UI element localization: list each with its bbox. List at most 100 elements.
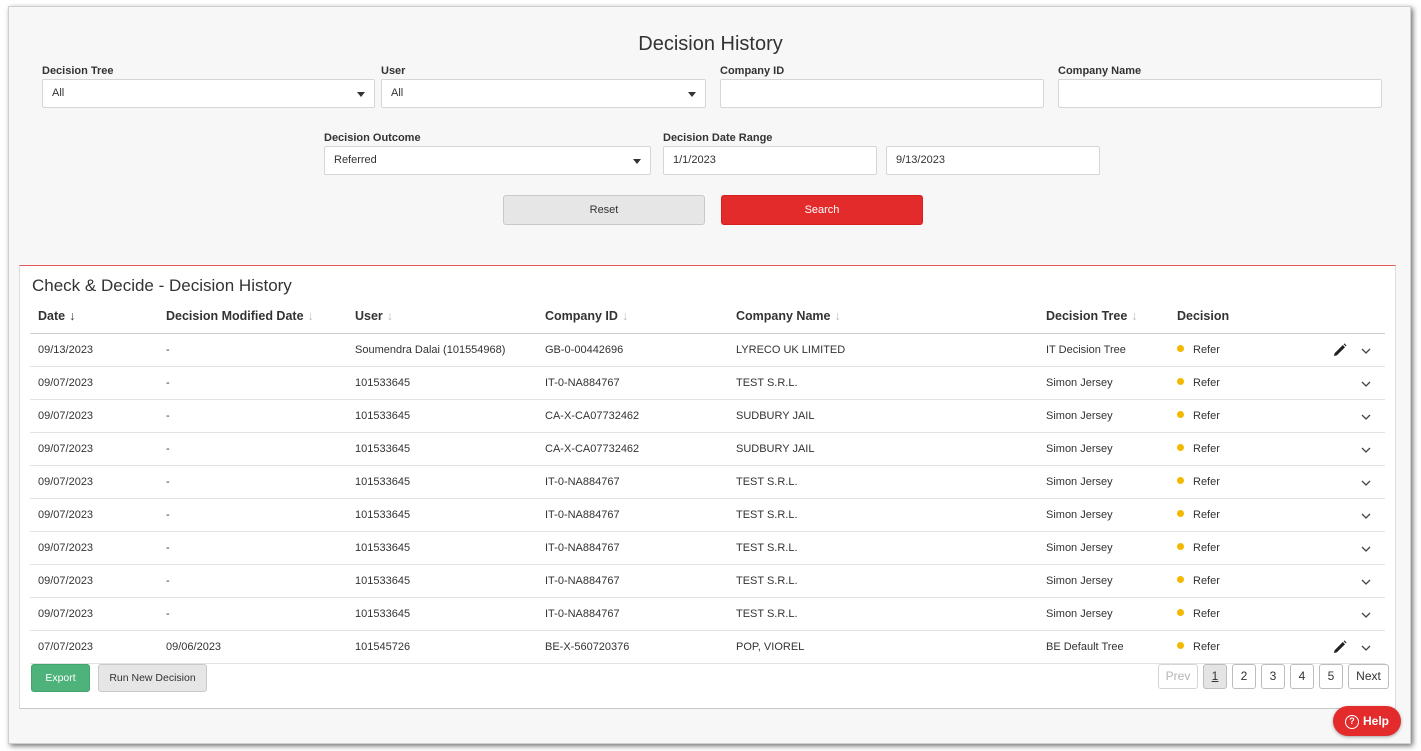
user-value: All	[391, 87, 404, 99]
user-select[interactable]: All	[381, 79, 706, 108]
cell-modified: -	[166, 608, 170, 620]
sort-down-icon: ↓	[386, 309, 394, 323]
decision-label: Refer	[1193, 377, 1220, 389]
date-range-label: Decision Date Range	[663, 132, 773, 144]
col-header-date-label: Date	[38, 309, 66, 323]
cell-modified: -	[166, 443, 170, 455]
table-row[interactable]: 09/07/2023 - 101533645 IT-0-NA884767 TEST S.…	[30, 367, 1385, 400]
cell-user: 101533645	[355, 443, 411, 455]
pagination-page-4[interactable]: 4	[1290, 664, 1314, 689]
cell-user: 101533645	[355, 608, 411, 620]
cell-company-id: IT-0-NA884767	[545, 575, 620, 587]
cell-company-id: CA-X-CA07732462	[545, 410, 640, 422]
dropdown-caret-icon	[688, 92, 696, 97]
cell-user: 101533645	[355, 575, 411, 587]
chevron-down-icon[interactable]	[1361, 414, 1371, 420]
cell-decision: Refer	[1177, 565, 1220, 597]
cell-user: 101533645	[355, 509, 411, 521]
pagination-prev[interactable]: Prev	[1158, 664, 1198, 689]
help-button[interactable]: ? Help	[1333, 706, 1401, 736]
table-row[interactable]: 09/07/2023 - 101533645 IT-0-NA884767 TEST S.…	[30, 565, 1385, 598]
cell-date: 09/07/2023	[38, 608, 94, 620]
chevron-down-icon[interactable]	[1361, 579, 1371, 585]
status-dot-icon	[1177, 411, 1184, 418]
cell-date: 09/07/2023	[38, 377, 94, 389]
table-row[interactable]: 09/13/2023 - Soumendra Dalai (101554968) GB…	[30, 334, 1385, 367]
cell-company-name: TEST S.R.L.	[736, 377, 798, 389]
col-header-decision: Decision	[1177, 309, 1229, 323]
cell-decision: Refer	[1177, 631, 1220, 663]
run-new-decision-button[interactable]: Run New Decision	[98, 664, 207, 692]
chevron-down-icon[interactable]	[1361, 381, 1371, 387]
cell-company-id: CA-X-CA07732462	[545, 443, 640, 455]
table-row[interactable]: 07/07/2023 09/06/2023 101545726 BE-X-560720…	[30, 631, 1385, 664]
cell-company-name: SUDBURY JAIL	[736, 410, 815, 422]
pagination-next[interactable]: Next	[1348, 664, 1389, 689]
cell-company-name: SUDBURY JAIL	[736, 443, 815, 455]
table-row[interactable]: 09/07/2023 - 101533645 IT-0-NA884767 TEST S.…	[30, 532, 1385, 565]
col-header-modified-label: Decision Modified Date	[166, 309, 304, 323]
cell-company-name: POP, VIOREL	[736, 641, 805, 653]
table-row[interactable]: 09/07/2023 - 101533645 CA-X-CA07732462 SUDBU…	[30, 433, 1385, 466]
table-row[interactable]: 09/07/2023 - 101533645 IT-0-NA884767 TEST S.…	[30, 466, 1385, 499]
cell-company-id: IT-0-NA884767	[545, 377, 620, 389]
table-row[interactable]: 09/07/2023 - 101533645 IT-0-NA884767 TEST S.…	[30, 499, 1385, 532]
cell-modified: -	[166, 476, 170, 488]
app-frame: Decision History Decision Tree All User …	[8, 6, 1411, 744]
col-header-company-id[interactable]: Company ID ↓	[545, 309, 628, 323]
col-header-modified[interactable]: Decision Modified Date ↓	[166, 309, 314, 323]
col-header-decision-tree[interactable]: Decision Tree ↓	[1046, 309, 1138, 323]
status-dot-icon	[1177, 609, 1184, 616]
pagination-page-1[interactable]: 1	[1203, 664, 1227, 689]
cell-tree: Simon Jersey	[1046, 476, 1113, 488]
status-dot-icon	[1177, 378, 1184, 385]
status-dot-icon	[1177, 444, 1184, 451]
pagination-page-5[interactable]: 5	[1319, 664, 1343, 689]
chevron-down-icon[interactable]	[1361, 348, 1371, 354]
edit-pencil-icon[interactable]	[1333, 343, 1347, 357]
cell-date: 09/07/2023	[38, 443, 94, 455]
company-id-input[interactable]	[720, 79, 1044, 108]
reset-button[interactable]: Reset	[503, 195, 705, 225]
status-dot-icon	[1177, 510, 1184, 517]
sort-down-icon: ↓	[307, 309, 314, 323]
pagination-page-2[interactable]: 2	[1232, 664, 1256, 689]
cell-company-id: IT-0-NA884767	[545, 608, 620, 620]
cell-company-name: TEST S.R.L.	[736, 575, 798, 587]
date-from-input[interactable]: 1/1/2023	[663, 146, 877, 175]
col-header-user[interactable]: User ↓	[355, 309, 393, 323]
chevron-down-icon[interactable]	[1361, 645, 1371, 651]
table-row[interactable]: 09/07/2023 - 101533645 CA-X-CA07732462 SUDBU…	[30, 400, 1385, 433]
cell-tree: Simon Jersey	[1046, 377, 1113, 389]
col-header-company-name[interactable]: Company Name ↓	[736, 309, 841, 323]
results-panel: Check & Decide - Decision History Date ↓ …	[19, 265, 1396, 709]
cell-modified: -	[166, 575, 170, 587]
date-to-input[interactable]: 9/13/2023	[886, 146, 1100, 175]
decision-tree-select[interactable]: All	[42, 79, 375, 108]
export-button[interactable]: Export	[31, 664, 90, 692]
cell-company-id: GB-0-00442696	[545, 344, 624, 356]
results-title: Check & Decide - Decision History	[32, 276, 292, 295]
cell-date: 09/07/2023	[38, 542, 94, 554]
chevron-down-icon[interactable]	[1361, 513, 1371, 519]
decision-label: Refer	[1193, 476, 1220, 488]
col-header-date[interactable]: Date ↓	[38, 309, 75, 323]
table-row[interactable]: 09/07/2023 - 101533645 IT-0-NA884767 TEST S.…	[30, 598, 1385, 631]
decision-outcome-select[interactable]: Referred	[324, 146, 651, 175]
chevron-down-icon[interactable]	[1361, 546, 1371, 552]
status-dot-icon	[1177, 345, 1184, 352]
cell-tree: Simon Jersey	[1046, 575, 1113, 587]
dropdown-caret-icon	[357, 92, 365, 97]
edit-pencil-icon[interactable]	[1333, 640, 1347, 654]
chevron-down-icon[interactable]	[1361, 447, 1371, 453]
company-name-input[interactable]	[1058, 79, 1382, 108]
cell-decision: Refer	[1177, 532, 1220, 564]
pagination-page-3[interactable]: 3	[1261, 664, 1285, 689]
cell-tree: IT Decision Tree	[1046, 344, 1126, 356]
cell-company-name: LYRECO UK LIMITED	[736, 344, 846, 356]
chevron-down-icon[interactable]	[1361, 612, 1371, 618]
col-header-company-name-label: Company Name	[736, 309, 831, 323]
search-button[interactable]: Search	[721, 195, 923, 225]
decision-label: Refer	[1193, 410, 1220, 422]
chevron-down-icon[interactable]	[1361, 480, 1371, 486]
